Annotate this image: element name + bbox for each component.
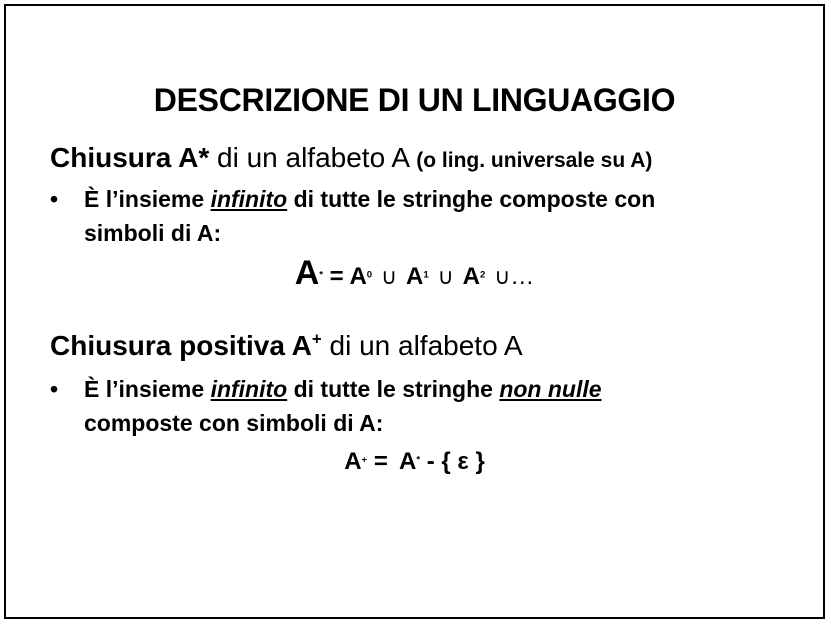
slide-title: DESCRIZIONE DI UN LINGUAGGIO	[153, 82, 676, 118]
section-heading-positive-closure: Chiusura positiva A+ di un alfabeto A	[50, 330, 523, 362]
bullet-text-line2: simboli di A:	[84, 220, 222, 246]
formula-term0-sup: 0	[366, 269, 373, 281]
formula-lhs: A	[294, 254, 320, 292]
heading-bold: Chiusura positiva A	[50, 330, 312, 361]
heading-note: (o ling. universale su A)	[416, 149, 653, 172]
formula-ellipsis: …	[510, 263, 535, 290]
heading-normal: di un alfabeto A	[321, 330, 523, 361]
formula-term2-sup: 2	[479, 269, 486, 281]
emphasis-infinito: infinito	[210, 186, 288, 212]
section-heading-closure: Chiusura A* di un alfabeto A (o ling. un…	[50, 142, 652, 174]
union-symbol: ∪	[494, 264, 511, 289]
heading-sup: +	[311, 329, 322, 349]
bullet-marker: •	[50, 186, 59, 212]
formula-lhs: A	[344, 448, 362, 475]
union-symbol: ∪	[381, 264, 398, 289]
bullet-text-part: di tutte le stringhe composte con	[287, 186, 656, 212]
formula-closure: A* = A0 ∪ A1 ∪ A2 ∪…	[6, 254, 823, 293]
emphasis-infinito: infinito	[210, 376, 288, 402]
bullet-text: È l’insieme infinito di tutte le stringh…	[84, 372, 784, 440]
formula-eq: =	[367, 448, 395, 475]
bullet-text-part: di tutte le stringhe	[287, 376, 500, 402]
formula-term1-sup: 1	[423, 269, 429, 281]
bullet-text-line2: composte con simboli di A:	[84, 410, 384, 436]
union-symbol: ∪	[437, 264, 454, 289]
bullet-text-part: È l’insieme	[84, 186, 211, 212]
formula-term1: A	[406, 263, 424, 290]
formula-rhs: A	[398, 448, 417, 475]
formula-term2: A	[462, 263, 480, 290]
formula-positive-closure: A+ = A* - { ε }	[6, 448, 823, 476]
formula-term0: A	[349, 263, 367, 290]
bullet-marker: •	[50, 376, 59, 402]
bullet-text: È l’insieme infinito di tutte le stringh…	[84, 182, 784, 250]
bullet-text-part: È l’insieme	[84, 376, 211, 402]
formula-eq: =	[322, 263, 350, 290]
heading-bold: Chiusura A*	[50, 142, 210, 173]
slide: DESCRIZIONE DI UN LINGUAGGIO Chiusura A*…	[4, 4, 825, 619]
formula-rest: - { ε }	[420, 448, 485, 475]
heading-normal: di un alfabeto A	[209, 142, 417, 173]
emphasis-non-nulle: non nulle	[499, 376, 602, 402]
